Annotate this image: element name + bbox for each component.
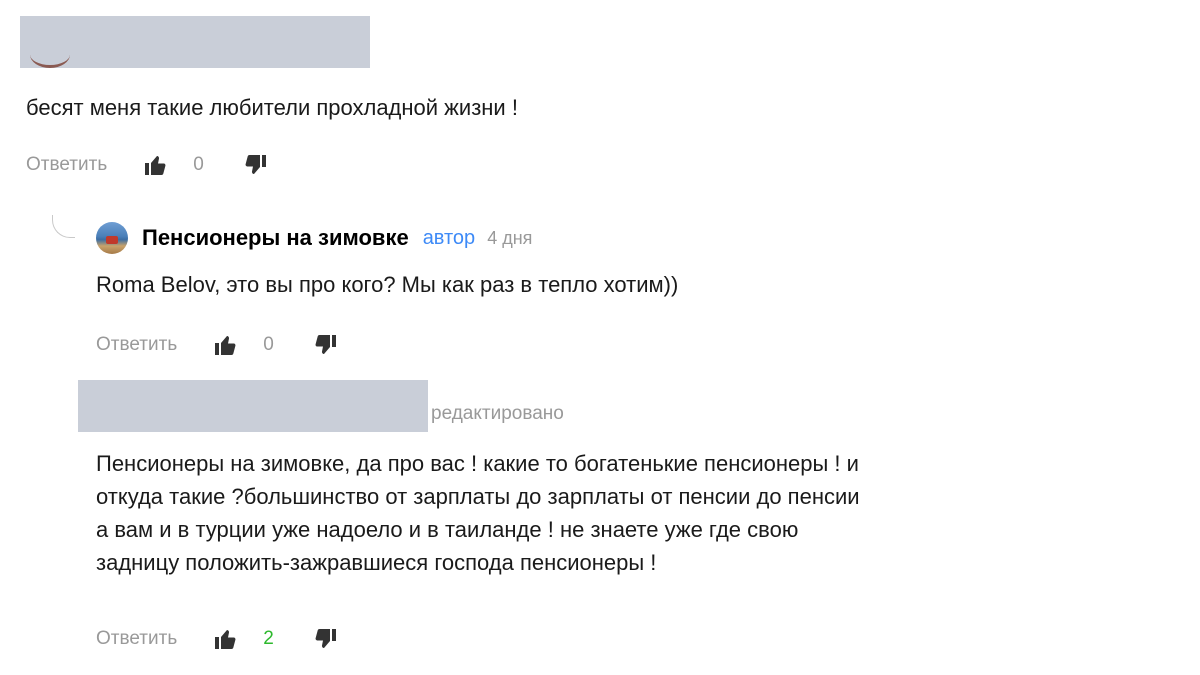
author-badge: автор	[422, 226, 476, 249]
timestamp[interactable]: 4 дня	[487, 228, 532, 249]
comment-actions: Ответить 2	[96, 624, 340, 654]
thread-connector	[52, 215, 75, 238]
comment-text: бесят меня такие любители прохладной жиз…	[26, 95, 518, 120]
author-name[interactable]: Пенсионеры на зимовке	[142, 225, 409, 251]
thumb-up-icon[interactable]	[211, 625, 239, 653]
comment-actions: Ответить 0	[96, 330, 340, 360]
comment-line: задницу положить-зажравшиеся господа пен…	[96, 550, 657, 575]
comments-section: бесят меня такие любители прохладной жиз…	[0, 0, 1200, 675]
reply-button[interactable]: Ответить	[96, 628, 177, 650]
thumb-down-icon[interactable]	[242, 151, 270, 179]
comment-text: Roma Belov, это вы про кого? Мы как раз …	[96, 272, 679, 297]
reply-button[interactable]: Ответить	[96, 334, 177, 356]
avatar[interactable]	[96, 222, 128, 254]
vote-score: 0	[193, 154, 204, 175]
thumb-up-icon[interactable]	[141, 151, 169, 179]
comment-actions: Ответить 0	[26, 150, 270, 180]
comment-line: Пенсионеры на зимовке, да про вас ! каки…	[96, 451, 859, 476]
reply-header: Пенсионеры на зимовке автор 4 дня	[96, 220, 532, 256]
redacted-author-header	[78, 380, 428, 432]
comment-line: откуда такие ?большинство от зарплаты до…	[96, 484, 860, 509]
edited-label: редактировано	[431, 403, 564, 424]
thumb-up-icon[interactable]	[211, 331, 239, 359]
thumb-down-icon[interactable]	[312, 625, 340, 653]
comment-line: а вам и в турции уже надоело и в таиланд…	[96, 517, 799, 542]
vote-score: 0	[263, 334, 274, 355]
thumb-down-icon[interactable]	[312, 331, 340, 359]
reply-button[interactable]: Ответить	[26, 154, 107, 176]
vote-score: 2	[263, 628, 274, 649]
avatar	[26, 55, 74, 69]
comment-text: Пенсионеры на зимовке, да про вас ! каки…	[96, 447, 860, 579]
